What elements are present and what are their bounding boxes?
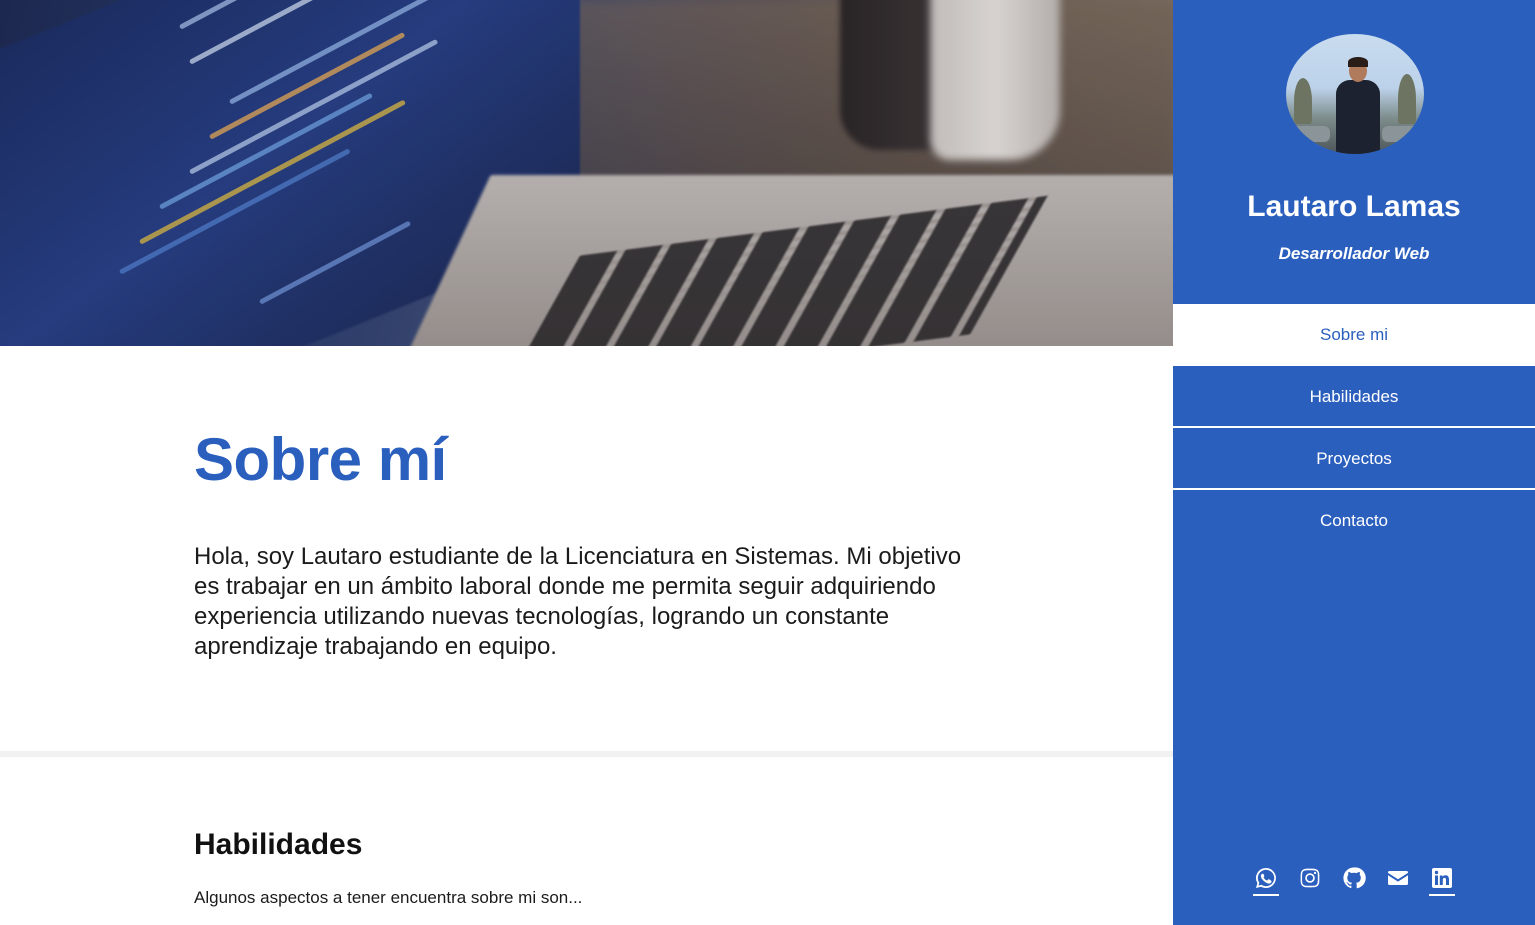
- section-divider: [0, 751, 1173, 757]
- social-links: [1173, 866, 1535, 896]
- nav-item-contacto[interactable]: Contacto: [1173, 490, 1535, 552]
- instagram-icon[interactable]: [1297, 866, 1323, 896]
- skills-subtitle: Algunos aspectos a tener encuentra sobre…: [194, 888, 583, 907]
- sidebar: Lautaro Lamas Desarrollador Web Sobre mi…: [1173, 0, 1535, 925]
- github-icon[interactable]: [1341, 866, 1367, 896]
- nav-item-proyectos[interactable]: Proyectos: [1173, 428, 1535, 490]
- linkedin-icon[interactable]: [1429, 866, 1455, 896]
- sidebar-nav: Sobre mi Habilidades Proyectos Contacto: [1173, 304, 1535, 552]
- avatar: [1286, 34, 1424, 154]
- profile-name: Lautaro Lamas: [1247, 190, 1461, 223]
- main-content: Sobre mí Hola, soy Lautaro estudiante de…: [0, 0, 1173, 925]
- nav-item-habilidades[interactable]: Habilidades: [1173, 366, 1535, 428]
- hero-image: [0, 0, 1173, 346]
- skills-title: Habilidades: [194, 828, 363, 861]
- about-text: Hola, soy Lautaro estudiante de la Licen…: [194, 543, 962, 660]
- nav-item-sobre-mi[interactable]: Sobre mi: [1173, 304, 1535, 366]
- envelope-icon[interactable]: [1385, 866, 1411, 896]
- skills-section: Habilidades Algunos aspectos a tener enc…: [194, 828, 582, 908]
- profile-role: Desarrollador Web: [1278, 244, 1430, 263]
- whatsapp-icon[interactable]: [1253, 866, 1279, 896]
- about-section: Sobre mí Hola, soy Lautaro estudiante de…: [0, 346, 1173, 751]
- about-title: Sobre mí: [194, 426, 447, 493]
